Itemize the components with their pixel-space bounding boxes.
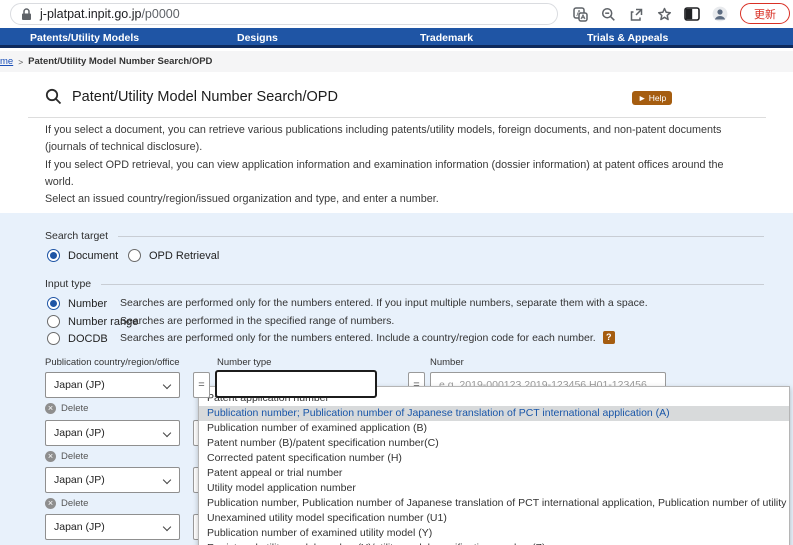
description-line: If you select OPD retrieval, you can vie… (45, 157, 745, 192)
dropdown-option[interactable]: Publication number of examined utility m… (199, 526, 789, 541)
zoom-icon[interactable] (600, 6, 616, 22)
chevron-down-icon (163, 381, 171, 389)
radio-number-control[interactable] (47, 297, 60, 310)
input-type-header: Input type (45, 278, 764, 290)
dropdown-option[interactable]: Corrected patent specification number (H… (199, 451, 789, 466)
country-select-1-value: Japan (JP) (54, 379, 105, 391)
help-button[interactable]: ► Help (632, 91, 672, 105)
url-path: /p0000 (141, 7, 179, 21)
radio-opd-retrieval[interactable]: OPD Retrieval (128, 249, 219, 262)
dropdown-option[interactable]: Publication number, Publication number o… (199, 496, 789, 511)
equals-icon (193, 372, 210, 398)
share-icon[interactable] (628, 6, 644, 22)
input-type-label: Input type (45, 278, 91, 290)
page-description: If you select a document, you can retrie… (45, 122, 745, 208)
nav-patents[interactable]: Patents/Utility Models (30, 28, 139, 48)
dropdown-option[interactable]: Patent appeal or trial number (199, 466, 789, 481)
breadcrumb: me > Patent/Utility Model Number Search/… (0, 51, 793, 72)
radio-docdb-control[interactable] (47, 332, 60, 345)
country-select-3[interactable]: Japan (JP) (45, 467, 180, 493)
search-target-label: Search target (45, 230, 108, 242)
bookmark-star-icon[interactable] (656, 6, 672, 22)
lock-icon[interactable] (21, 8, 32, 21)
description-line: If you select a document, you can retrie… (45, 122, 745, 157)
chevron-down-icon (163, 476, 171, 484)
country-select-3-value: Japan (JP) (54, 474, 105, 486)
docdb-description-text: Searches are performed only for the numb… (120, 332, 596, 344)
nav-trials[interactable]: Trials & Appeals (587, 28, 668, 48)
divider-line (118, 236, 764, 237)
question-help-icon[interactable]: ? (603, 331, 615, 344)
country-select-4-value: Japan (JP) (54, 521, 105, 533)
delete-icon (45, 403, 56, 414)
radio-document[interactable]: Document (47, 249, 118, 262)
radio-number[interactable]: Number (47, 297, 107, 310)
main-nav: Patents/Utility Models Designs Trademark… (0, 28, 793, 48)
delete-button-2[interactable]: Delete (45, 451, 88, 462)
radio-opd-label: OPD Retrieval (149, 250, 219, 262)
dropdown-option[interactable]: Registered utility model number (Y)/util… (199, 541, 789, 545)
breadcrumb-home-link[interactable]: me (0, 56, 13, 67)
column-label-number: Number (430, 357, 464, 368)
radio-number-label: Number (68, 298, 107, 310)
page-title: Patent/Utility Model Number Search/OPD (72, 89, 338, 105)
delete-button-1[interactable]: Delete (45, 403, 88, 414)
radio-opd-control[interactable] (128, 249, 141, 262)
radio-number-range-control[interactable] (47, 315, 60, 328)
dropdown-option[interactable]: Patent number (B)/patent specification n… (199, 436, 789, 451)
browser-toolbar: A (560, 0, 728, 28)
nav-trademark[interactable]: Trademark (420, 28, 473, 48)
translate-icon[interactable]: A (572, 6, 588, 22)
delete-icon (45, 498, 56, 509)
refresh-button[interactable]: 更新 (740, 3, 790, 24)
breadcrumb-separator: > (18, 57, 23, 67)
dropdown-option[interactable]: Publication number of examined applicati… (199, 421, 789, 436)
search-icon (45, 88, 62, 105)
number-type-dropdown: Patent application number Publication nu… (198, 386, 790, 545)
title-divider (28, 117, 766, 118)
dropdown-option[interactable]: Unexamined utility model specification n… (199, 511, 789, 526)
breadcrumb-current: Patent/Utility Model Number Search/OPD (28, 56, 212, 67)
docdb-description: Searches are performed only for the numb… (120, 331, 615, 344)
radio-document-label: Document (68, 250, 118, 262)
column-label-number-type: Number type (217, 357, 271, 368)
description-line: Select an issued country/region/issued o… (45, 191, 745, 208)
country-select-1[interactable]: Japan (JP) (45, 372, 180, 398)
delete-label: Delete (61, 403, 88, 414)
number-type-combobox-1[interactable] (215, 370, 377, 398)
side-panel-icon[interactable] (684, 6, 700, 22)
chevron-down-icon (163, 429, 171, 437)
browser-bar: j-platpat.inpit.go.jp/p0000 A 更新 (0, 0, 793, 28)
url-text: j-platpat.inpit.go.jp/p0000 (40, 7, 180, 21)
radio-document-control[interactable] (47, 249, 60, 262)
radio-docdb-label: DOCDB (68, 333, 108, 345)
nav-designs[interactable]: Designs (237, 28, 278, 48)
delete-button-3[interactable]: Delete (45, 498, 88, 509)
country-select-2[interactable]: Japan (JP) (45, 420, 180, 446)
url-bar[interactable]: j-platpat.inpit.go.jp/p0000 (10, 3, 558, 25)
delete-label: Delete (61, 498, 88, 509)
delete-label: Delete (61, 451, 88, 462)
url-domain: j-platpat.inpit.go.jp (40, 7, 141, 21)
country-select-4[interactable]: Japan (JP) (45, 514, 180, 540)
divider-line (101, 284, 764, 285)
delete-icon (45, 451, 56, 462)
screen: j-platpat.inpit.go.jp/p0000 A 更新 (0, 0, 793, 545)
dropdown-option[interactable]: Utility model application number (199, 481, 789, 496)
country-select-2-value: Japan (JP) (54, 427, 105, 439)
profile-icon[interactable] (712, 6, 728, 22)
number-range-description: Searches are performed in the specified … (120, 315, 394, 327)
number-description: Searches are performed only for the numb… (120, 297, 648, 309)
column-label-country: Publication country/region/office (45, 357, 180, 368)
chevron-down-icon (163, 523, 171, 531)
radio-docdb[interactable]: DOCDB (47, 332, 108, 345)
page-title-row: Patent/Utility Model Number Search/OPD (45, 88, 338, 105)
dropdown-option[interactable]: Publication number; Publication number o… (199, 406, 789, 421)
search-target-header: Search target (45, 230, 764, 242)
